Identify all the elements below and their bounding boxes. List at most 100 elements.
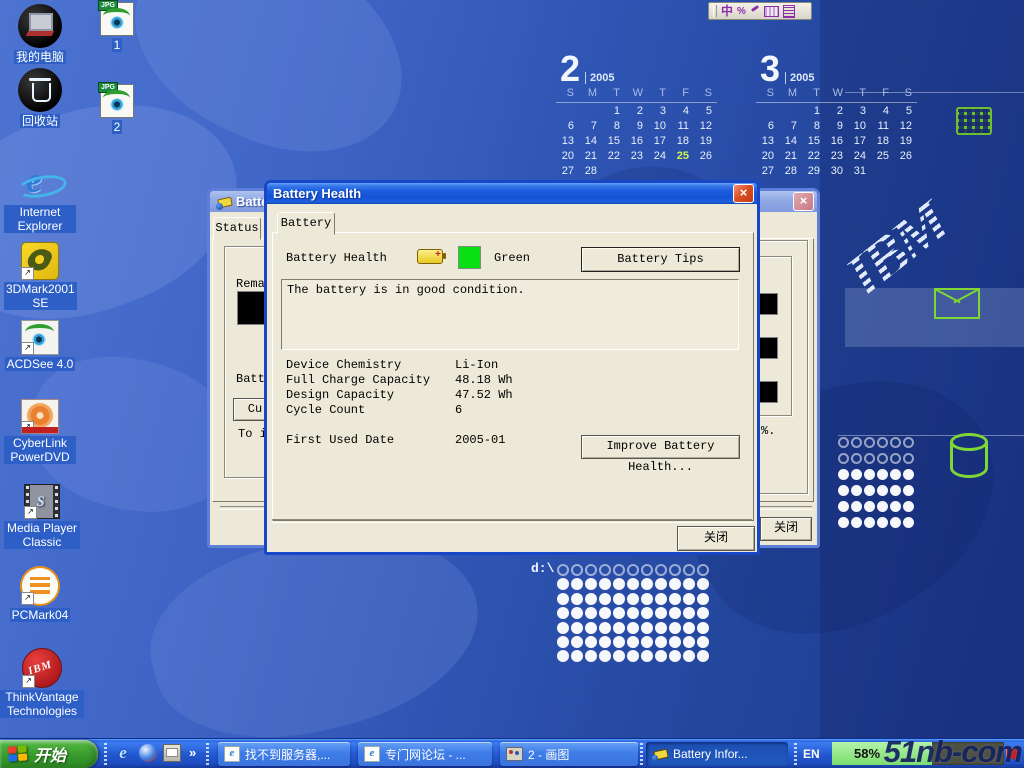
desktop-icon-cyberlink-powerdvd[interactable]: ↗CyberLink PowerDVD — [4, 399, 76, 466]
ime-language-bar[interactable]: 中 % — [708, 2, 812, 20]
desktop-icon-recycle-bin[interactable]: 回收站 — [4, 68, 76, 130]
shortcut-arrow-icon: ↗ — [24, 506, 37, 519]
battery-task-icon — [652, 747, 668, 761]
wallpaper-dot — [599, 650, 611, 662]
calendar-week-row: 2728 — [556, 164, 724, 179]
wallpaper-dot — [838, 453, 849, 464]
taskbar-grip[interactable] — [104, 743, 107, 765]
wallpaper-dot — [641, 622, 653, 634]
desktop-icon-internet-explorer[interactable]: eInternet Explorer — [4, 163, 76, 235]
quicklaunch-ie-icon[interactable]: e — [114, 744, 132, 762]
close-button-background[interactable]: 关闭 — [760, 517, 812, 541]
calendar-date — [871, 164, 894, 179]
calendar-date: 5 — [694, 104, 717, 119]
wallpaper-dot — [877, 517, 888, 528]
wallpaper-dot — [571, 564, 583, 576]
language-indicator[interactable]: EN — [803, 747, 820, 761]
quicklaunch-icon-3[interactable] — [163, 744, 181, 762]
ime-menu-icon[interactable] — [783, 5, 795, 18]
calendar-date — [602, 164, 625, 179]
wallpaper-dot — [903, 485, 914, 496]
wallpaper-dot — [669, 636, 681, 648]
wallpaper-dot — [683, 593, 695, 605]
wallpaper-dot — [599, 622, 611, 634]
wallpaper-dot — [683, 622, 695, 634]
wallpaper-dot — [890, 517, 901, 528]
close-icon[interactable]: × — [733, 184, 754, 203]
taskbar-grip[interactable] — [794, 743, 797, 765]
calendar-date: 22 — [802, 149, 825, 164]
desktop-icon-label: CyberLink PowerDVD — [4, 436, 76, 464]
calendar-date: 23 — [625, 149, 648, 164]
calendar-day-header: M — [779, 86, 802, 101]
battery-health-titlebar[interactable]: Battery Health × — [267, 183, 757, 204]
ime-width-toggle-icon[interactable]: % — [737, 6, 746, 17]
wallpaper-dot — [655, 578, 667, 590]
desktop-icon-jpg-1[interactable]: JPG1 — [94, 2, 140, 54]
tab-status[interactable]: Status — [213, 217, 261, 240]
calendar-date: 24 — [848, 149, 871, 164]
taskbar-task-1[interactable]: e找不到服务器,... — [218, 742, 350, 766]
wallpaper-dot — [903, 469, 914, 480]
windows-flag-icon — [7, 745, 28, 763]
calendar-date: 1 — [802, 104, 825, 119]
desktop: IBM d:\ 22005SMTWTFS12345678910111213141… — [0, 0, 1024, 768]
calendar-date: 23 — [825, 149, 848, 164]
taskbar-grip[interactable] — [206, 743, 209, 765]
calendar-year: 2005 — [585, 72, 614, 84]
ime-keyboard-icon[interactable] — [764, 6, 779, 17]
quicklaunch-overflow-chevron[interactable]: » — [189, 745, 196, 760]
wallpaper-dot — [851, 517, 862, 528]
wallpaper-line — [838, 435, 1024, 436]
taskbar-task-2[interactable]: e专门网论坛 - ... — [358, 742, 492, 766]
ime-punctuation-icon[interactable] — [750, 6, 760, 16]
calendar-date: 28 — [579, 164, 602, 179]
ime-chinese-mode-icon[interactable]: 中 — [721, 4, 733, 18]
wallpaper-dot — [571, 650, 583, 662]
detail-label: First Used Date — [286, 433, 455, 448]
calendar-date: 20 — [556, 149, 579, 164]
improve-battery-health-button[interactable]: Improve Battery Health... — [581, 435, 740, 459]
taskbar-task-3[interactable]: 2 - 画图 — [500, 742, 638, 766]
calendar-date: 7 — [779, 119, 802, 134]
desktop-icon-pcmark04[interactable]: ↗PCMark04 — [4, 566, 76, 624]
calendar-date — [648, 164, 671, 179]
desktop-icon-label: Media Player Classic — [4, 521, 80, 549]
ime-grip[interactable] — [713, 5, 717, 17]
calendar-date: 19 — [894, 134, 917, 149]
calendar-date: 13 — [756, 134, 779, 149]
desktop-icon-my-computer[interactable]: 我的电脑 — [4, 4, 76, 66]
wallpaper-dot — [864, 517, 875, 528]
wallpaper-dot — [627, 622, 639, 634]
quicklaunch-icon-2[interactable] — [139, 744, 157, 762]
close-button-dialog[interactable]: 关闭 — [677, 526, 755, 551]
wallpaper-dot — [571, 593, 583, 605]
calendar-date: 4 — [671, 104, 694, 119]
calendar-week-row: 6789101112 — [756, 119, 924, 134]
battery-tips-button[interactable]: Battery Tips — [581, 247, 740, 272]
calendar-date: 5 — [894, 104, 917, 119]
wallpaper-dot — [627, 650, 639, 662]
calendar-date: 2 — [825, 104, 848, 119]
battery-health-title: Battery Health — [273, 186, 361, 201]
wallpaper-dot — [683, 650, 695, 662]
wallpaper-dot — [877, 453, 888, 464]
wallpaper-dot — [655, 622, 667, 634]
tab-battery[interactable]: Battery — [277, 212, 335, 235]
desktop-icon-3dmark2001-se[interactable]: ↗3DMark2001 SE — [4, 242, 76, 312]
close-icon[interactable]: × — [793, 192, 814, 211]
wallpaper-dot — [903, 453, 914, 464]
wallpaper-dot — [599, 607, 611, 619]
wallpaper-dot — [627, 564, 639, 576]
wallpaper-dot — [613, 636, 625, 648]
desktop-icon-media-player-classic[interactable]: s↗Media Player Classic — [4, 484, 80, 551]
taskbar: 开始 e » e找不到服务器,... e专门网论坛 - ... 2 - 画图 Batt… — [0, 738, 1024, 768]
taskbar-grip[interactable] — [640, 743, 643, 765]
calendar-date — [779, 104, 802, 119]
start-button[interactable]: 开始 — [0, 740, 98, 768]
desktop-icon-jpg-2[interactable]: JPG2 — [94, 84, 140, 136]
taskbar-task-4[interactable]: Battery Infor... — [646, 742, 788, 766]
desktop-icon-thinkvantage-technologies[interactable]: IBM↗ThinkVantage Technologies — [0, 648, 84, 720]
wallpaper-dot — [903, 501, 914, 512]
desktop-icon-acdsee-40[interactable]: ↗ACDSee 4.0 — [4, 320, 76, 373]
